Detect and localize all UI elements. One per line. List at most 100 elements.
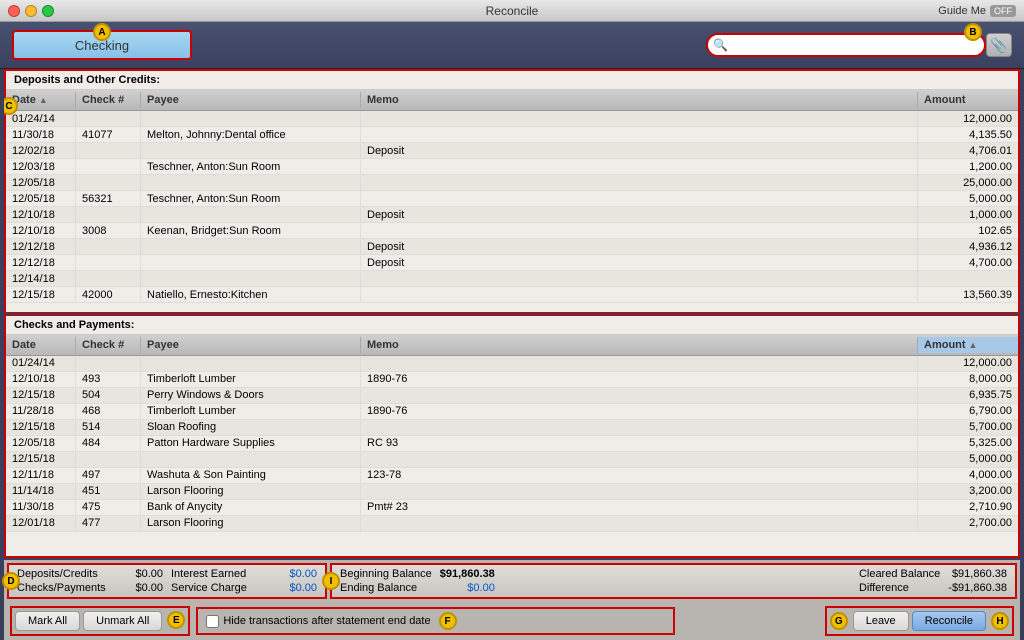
td-amount: 2,710.90 <box>918 500 1018 515</box>
close-button[interactable] <box>8 5 20 17</box>
table-row[interactable]: 11/30/18 475 Bank of Anycity Pmt# 23 2,7… <box>6 500 1018 516</box>
table-row[interactable]: 01/24/14 12,000.00 <box>6 111 1018 127</box>
table-row[interactable]: 12/15/18 504 Perry Windows & Doors 6,935… <box>6 388 1018 404</box>
table-row[interactable]: 01/24/14 12,000.00 <box>6 356 1018 372</box>
td-date: 12/10/18 <box>6 372 76 387</box>
td-amount: 3,200.00 <box>918 484 1018 499</box>
td-check: 504 <box>76 388 141 403</box>
account-selector[interactable]: A Checking <box>12 30 192 60</box>
table-row[interactable]: 12/10/18 493 Timberloft Lumber 1890-76 8… <box>6 372 1018 388</box>
ending-balance-label: Ending Balance <box>340 582 432 594</box>
td-amount: 5,325.00 <box>918 436 1018 451</box>
table-row[interactable]: 12/01/18 477 Larson Flooring 2,700.00 <box>6 516 1018 532</box>
td-memo <box>361 420 918 435</box>
table-row[interactable]: 11/14/18 451 Larson Flooring 3,200.00 <box>6 484 1018 500</box>
attachment-button[interactable]: 📎 <box>986 33 1012 57</box>
leave-button[interactable]: Leave <box>853 611 909 631</box>
td-amount: 12,000.00 <box>918 111 1018 126</box>
payments-col-memo[interactable]: Memo <box>361 337 918 353</box>
table-row[interactable]: 11/28/18 468 Timberloft Lumber 1890-76 6… <box>6 404 1018 420</box>
label-e-badge: E <box>167 611 185 629</box>
td-payee <box>141 207 361 222</box>
table-row[interactable]: 12/05/18 25,000.00 <box>6 175 1018 191</box>
table-row[interactable]: 12/11/18 497 Washuta & Son Painting 123-… <box>6 468 1018 484</box>
interest-earned-value[interactable]: $0.00 <box>289 568 317 580</box>
main-content: A Checking B 🔍 📎 C Deposits and Other Cr… <box>0 22 1024 640</box>
td-memo <box>361 356 918 371</box>
td-payee: Larson Flooring <box>141 484 361 499</box>
payments-col-check[interactable]: Check # <box>76 337 141 353</box>
table-row[interactable]: 12/05/18 56321 Teschner, Anton:Sun Room … <box>6 191 1018 207</box>
ending-balance-value[interactable]: $0.00 <box>440 582 495 594</box>
table-row[interactable]: 12/15/18 42000 Natiello, Ernesto:Kitchen… <box>6 287 1018 303</box>
td-check: 56321 <box>76 191 141 206</box>
table-row[interactable]: 12/14/18 <box>6 271 1018 287</box>
td-date: 12/05/18 <box>6 175 76 190</box>
td-payee: Larson Flooring <box>141 516 361 531</box>
td-check: 514 <box>76 420 141 435</box>
td-amount: 5,700.00 <box>918 420 1018 435</box>
td-payee: Natiello, Ernesto:Kitchen <box>141 287 361 302</box>
label-a-badge: A <box>93 23 111 41</box>
payments-section-title: Checks and Payments: <box>6 316 1018 335</box>
td-date: 12/03/18 <box>6 159 76 174</box>
payments-col-amount[interactable]: Amount ▲ <box>918 337 1018 353</box>
beginning-balance-label: Beginning Balance <box>340 568 432 580</box>
deposits-credits-value: $0.00 <box>135 568 163 580</box>
payments-table-body[interactable]: 01/24/14 12,000.00 12/10/18 493 Timberlo… <box>6 356 1018 557</box>
table-row[interactable]: 12/05/18 484 Patton Hardware Supplies RC… <box>6 436 1018 452</box>
td-memo <box>361 191 918 206</box>
label-h-badge: H <box>991 612 1009 630</box>
td-memo: Deposit <box>361 207 918 222</box>
deposits-col-payee[interactable]: Payee <box>141 92 361 108</box>
td-memo: Deposit <box>361 255 918 270</box>
table-row[interactable]: 12/12/18 Deposit 4,700.00 <box>6 255 1018 271</box>
td-memo <box>361 271 918 286</box>
td-payee <box>141 356 361 371</box>
hide-transactions-checkbox[interactable] <box>206 615 219 628</box>
service-charge-value[interactable]: $0.00 <box>289 582 317 594</box>
unmark-all-button[interactable]: Unmark All <box>83 611 162 631</box>
guide-me-section: Guide Me OFF <box>938 5 1016 17</box>
deposits-col-amount[interactable]: Amount <box>918 92 1018 108</box>
table-row[interactable]: 11/30/18 41077 Melton, Johnny:Dental off… <box>6 127 1018 143</box>
td-amount: 12,000.00 <box>918 356 1018 371</box>
deposits-table-body[interactable]: 01/24/14 12,000.00 11/30/18 41077 Melton… <box>6 111 1018 312</box>
td-amount: 6,935.75 <box>918 388 1018 403</box>
td-amount: 6,790.00 <box>918 404 1018 419</box>
hide-transactions-label: Hide transactions after statement end da… <box>223 615 430 627</box>
guide-me-label: Guide Me <box>938 5 986 17</box>
payments-col-payee[interactable]: Payee <box>141 337 361 353</box>
maximize-button[interactable] <box>42 5 54 17</box>
td-amount: 25,000.00 <box>918 175 1018 190</box>
payments-col-date[interactable]: Date <box>6 337 76 353</box>
window-controls[interactable] <box>8 5 54 17</box>
table-row[interactable]: 12/15/18 5,000.00 <box>6 452 1018 468</box>
deposits-col-memo[interactable]: Memo <box>361 92 918 108</box>
table-row[interactable]: 12/03/18 Teschner, Anton:Sun Room 1,200.… <box>6 159 1018 175</box>
td-date: 12/10/18 <box>6 207 76 222</box>
balance-bar: D Deposits/Credits $0.00 Interest Earned… <box>4 560 1020 602</box>
reconcile-button[interactable]: Reconcile <box>912 611 986 631</box>
search-input[interactable] <box>706 33 986 57</box>
deposits-col-check[interactable]: Check # <box>76 92 141 108</box>
td-date: 01/24/14 <box>6 111 76 126</box>
td-date: 12/15/18 <box>6 452 76 467</box>
td-amount: 8,000.00 <box>918 372 1018 387</box>
table-row[interactable]: 12/10/18 3008 Keenan, Bridget:Sun Room 1… <box>6 223 1018 239</box>
td-check <box>76 255 141 270</box>
td-memo <box>361 516 918 531</box>
table-row[interactable]: 12/10/18 Deposit 1,000.00 <box>6 207 1018 223</box>
td-check: 477 <box>76 516 141 531</box>
td-memo: Pmt# 23 <box>361 500 918 515</box>
minimize-button[interactable] <box>25 5 37 17</box>
table-row[interactable]: 12/02/18 Deposit 4,706.01 <box>6 143 1018 159</box>
td-memo: 1890-76 <box>361 404 918 419</box>
guide-me-toggle[interactable]: OFF <box>990 5 1016 17</box>
td-check <box>76 111 141 126</box>
td-check <box>76 159 141 174</box>
table-row[interactable]: 12/15/18 514 Sloan Roofing 5,700.00 <box>6 420 1018 436</box>
table-row[interactable]: 12/12/18 Deposit 4,936.12 <box>6 239 1018 255</box>
right-balance-box: I Beginning Balance $91,860.38 Cleared B… <box>330 563 1017 599</box>
mark-all-button[interactable]: Mark All <box>15 611 80 631</box>
